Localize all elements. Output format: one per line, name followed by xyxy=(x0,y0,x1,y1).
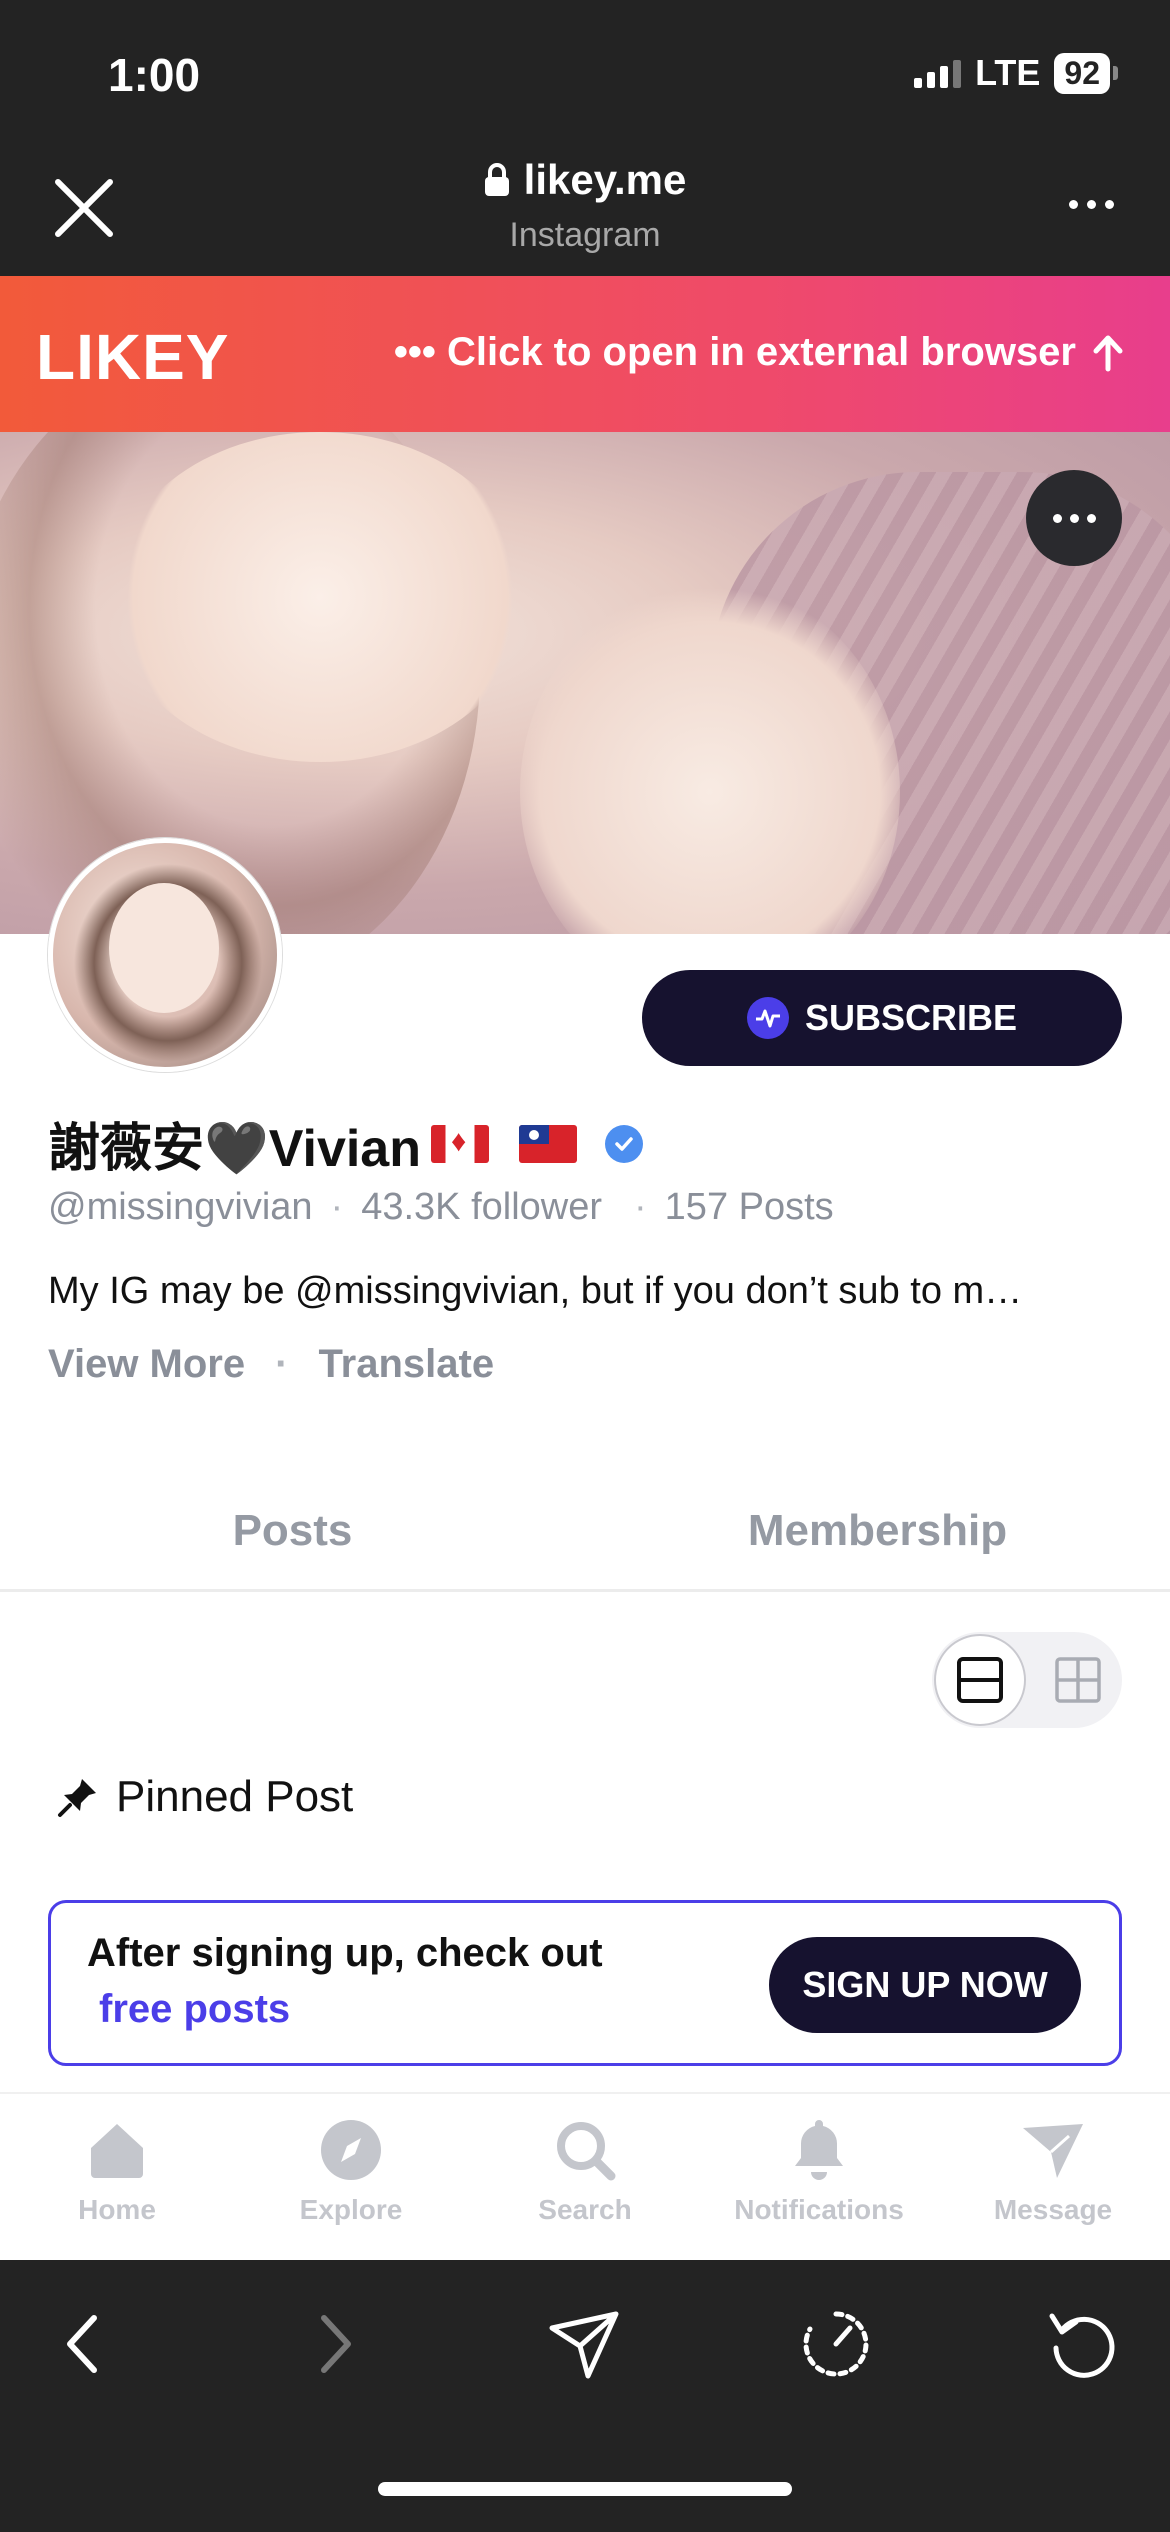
view-mode-toggle xyxy=(932,1632,1122,1728)
subscribe-label: SUBSCRIBE xyxy=(804,997,1018,1038)
grid-view-icon[interactable] xyxy=(1054,1656,1102,1704)
nav-search-label: Search xyxy=(538,2194,632,2225)
post-count: 157 Posts xyxy=(664,1186,834,1228)
nav-home[interactable]: Home xyxy=(0,2094,234,2260)
browser-more-icon[interactable] xyxy=(1069,200,1114,209)
nav-notifications[interactable]: Notifications xyxy=(702,2094,936,2260)
avatar[interactable] xyxy=(48,838,282,1072)
nav-explore[interactable]: Explore xyxy=(234,2094,468,2260)
status-indicators: LTE 92 xyxy=(914,52,1118,94)
share-icon[interactable] xyxy=(546,2306,622,2382)
open-external-text: ••• Click to open in external browser xyxy=(393,330,1076,374)
reload-icon[interactable] xyxy=(1046,2306,1122,2382)
likey-logo: LIKEY xyxy=(36,321,230,393)
tab-posts[interactable]: Posts xyxy=(0,1490,585,1589)
timer-icon[interactable] xyxy=(798,2306,874,2382)
nav-search[interactable]: Search xyxy=(468,2094,702,2260)
compass-icon xyxy=(321,2120,381,2180)
profile-tabs: Posts Membership xyxy=(0,1490,1170,1592)
profile-name: 謝薇安🖤Vivian xyxy=(48,1120,421,1178)
verified-badge-icon xyxy=(605,1124,643,1163)
profile-bio: My IG may be @missingvivian, but if you … xyxy=(48,1270,1023,1312)
signup-text: After signing up, check out xyxy=(87,1931,603,1975)
profile-more-icon[interactable] xyxy=(1026,470,1122,566)
single-view-icon[interactable] xyxy=(934,1634,1026,1726)
nav-notifications-label: Notifications xyxy=(734,2194,904,2225)
sign-up-now-button[interactable]: SIGN UP NOW xyxy=(769,1937,1081,2033)
nav-message[interactable]: Message xyxy=(936,2094,1170,2260)
bio-actions: View More · Translate xyxy=(48,1342,495,1387)
battery-icon: 92 xyxy=(1054,52,1118,94)
back-icon[interactable] xyxy=(46,2306,122,2382)
url-text: likey.me xyxy=(523,156,687,203)
network-label: LTE xyxy=(975,52,1041,93)
pinned-post-heading: Pinned Post xyxy=(56,1772,353,1822)
lock-icon xyxy=(484,163,509,196)
free-posts-link[interactable]: free posts xyxy=(99,1987,290,2032)
home-indicator[interactable] xyxy=(378,2482,792,2496)
pin-icon xyxy=(58,1779,96,1817)
tab-membership[interactable]: Membership xyxy=(585,1490,1170,1589)
translate-link[interactable]: Translate xyxy=(318,1342,494,1387)
send-icon xyxy=(1023,2124,1083,2178)
subscribe-button[interactable]: SUBSCRIBE xyxy=(642,970,1122,1066)
follower-count: 43.3K follower xyxy=(361,1186,603,1228)
arrow-up-icon xyxy=(1093,335,1123,371)
address-bar[interactable]: likey.me Instagram xyxy=(0,156,1170,255)
search-icon xyxy=(557,2122,616,2181)
browser-chrome: 1:00 LTE 92 likey.me Instagram xyxy=(0,0,1170,276)
open-external-banner[interactable]: LIKEY ••• Click to open in external brow… xyxy=(0,276,1170,432)
view-more-link[interactable]: View More xyxy=(48,1342,245,1387)
nav-home-label: Home xyxy=(78,2194,156,2225)
bottom-nav: Home Explore Search Notifications Messag… xyxy=(0,2092,1170,2260)
signup-prompt: After signing up, check out free posts S… xyxy=(48,1900,1122,2066)
pulse-icon xyxy=(746,997,789,1039)
home-icon xyxy=(91,2124,143,2178)
signal-icon xyxy=(914,58,962,88)
canada-flag-icon xyxy=(431,1124,489,1163)
url-subtitle: Instagram xyxy=(509,216,661,254)
profile-meta: @missingvivian · 43.3K follower · 157 Po… xyxy=(48,1186,834,1228)
nav-message-label: Message xyxy=(993,2194,1113,2225)
taiwan-flag-icon xyxy=(519,1124,577,1163)
nav-explore-label: Explore xyxy=(299,2194,403,2225)
status-time: 1:00 xyxy=(108,49,201,101)
battery-level: 92 xyxy=(1054,52,1110,94)
bell-icon xyxy=(795,2120,843,2180)
profile-name-row: 謝薇安🖤Vivian xyxy=(48,1106,643,1181)
pinned-post-label: Pinned Post xyxy=(116,1772,354,1821)
open-external-link[interactable]: ••• Click to open in external browser xyxy=(394,330,1128,375)
profile-handle: @missingvivian xyxy=(48,1186,313,1228)
forward-icon[interactable] xyxy=(296,2306,372,2382)
